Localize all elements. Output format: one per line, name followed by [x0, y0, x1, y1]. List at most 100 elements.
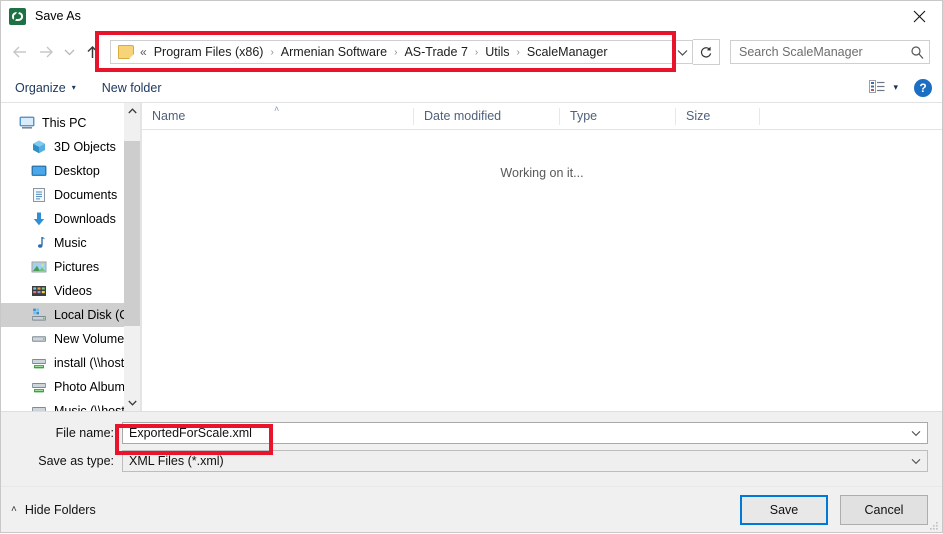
excel-green-icon [9, 7, 26, 25]
filetype-select[interactable]: XML Files (*.xml) [122, 450, 928, 472]
search-input[interactable]: Search ScaleManager [730, 40, 930, 64]
sidebar-item-install-host1[interactable]: install (\\host1) [1, 351, 141, 375]
this-pc-icon [19, 115, 35, 131]
hide-folders-button[interactable]: ˄ Hide Folders [11, 503, 96, 517]
scroll-down-arrow-icon[interactable] [124, 395, 140, 411]
organize-button[interactable]: Organize ▾ [15, 81, 76, 95]
cancel-button[interactable]: Cancel [840, 494, 928, 525]
sidebar-item-label: Videos [54, 284, 92, 298]
save-as-dialog: Save As « Program Files (x86) › Armenian… [0, 0, 943, 533]
up-arrow-icon[interactable] [79, 38, 105, 66]
view-mode-icon [869, 79, 885, 96]
close-icon[interactable] [896, 1, 942, 31]
chevron-down-icon[interactable] [905, 458, 927, 465]
organize-label: Organize [15, 80, 66, 95]
sidebar-item-videos[interactable]: Videos [1, 279, 141, 303]
filename-label: File name: [55, 426, 114, 440]
save-button[interactable]: Save [740, 494, 828, 525]
title-bar: Save As [1, 1, 942, 31]
breadcrumb-item-2[interactable]: AS-Trade 7 [403, 45, 468, 59]
breadcrumb-item-1[interactable]: Armenian Software [280, 45, 388, 59]
breadcrumb-item-4[interactable]: ScaleManager [526, 45, 609, 59]
sidebar-item-local-disk-c[interactable]: Local Disk (C:) [1, 303, 141, 327]
sidebar-item-documents[interactable]: Documents [1, 183, 141, 207]
recent-locations-chevron-icon[interactable] [59, 38, 79, 66]
breadcrumb-item-3[interactable]: Utils [484, 45, 510, 59]
dialog-body: This PC 3D Objects Desktop Documents Dow… [1, 103, 942, 411]
chevron-down-icon[interactable] [905, 430, 927, 437]
file-list-pane: Name ˄ Date modified Type Size Working o… [141, 103, 942, 411]
filename-input[interactable]: ExportedForScale.xml [122, 422, 928, 444]
3d-objects-icon [31, 139, 47, 155]
folder-icon [118, 45, 134, 59]
breadcrumb-separator-1[interactable]: › [394, 47, 397, 58]
music-icon [31, 235, 47, 251]
save-form: File name: ExportedForScale.xml Save as … [1, 411, 942, 486]
sidebar-item-music[interactable]: Music [1, 231, 141, 255]
network-drive-icon [31, 379, 47, 395]
sidebar-item-label: Pictures [54, 260, 100, 274]
file-list[interactable]: Working on it... [142, 130, 942, 411]
chevron-down-icon: ▾ [71, 83, 76, 92]
address-bar[interactable]: « Program Files (x86) › Armenian Softwar… [110, 40, 693, 64]
resize-grip[interactable] [929, 520, 939, 530]
filename-value: ExportedForScale.xml [129, 426, 252, 440]
column-header-name-label: Name [152, 108, 186, 123]
column-header-type[interactable]: Type [560, 107, 676, 125]
sidebar-item-label: Desktop [54, 164, 100, 178]
sidebar-item-new-volume-d[interactable]: New Volume (D:) [1, 327, 141, 351]
new-folder-label: New folder [101, 80, 162, 95]
documents-icon [31, 187, 47, 203]
help-button[interactable]: ? [914, 78, 932, 97]
breadcrumb: « Program Files (x86) › Armenian Softwar… [140, 45, 672, 59]
sidebar-item-photo-album[interactable]: Photo Album (\\ [1, 375, 141, 399]
column-header-name[interactable]: Name ˄ [142, 104, 414, 125]
scroll-up-arrow-icon[interactable] [124, 103, 140, 119]
desktop-icon [31, 163, 47, 179]
pictures-icon [31, 259, 47, 275]
back-arrow-icon[interactable] [7, 38, 33, 66]
navigation-bar: « Program Files (x86) › Armenian Softwar… [1, 31, 942, 73]
chevron-down-icon[interactable]: ▾ [893, 82, 898, 93]
breadcrumb-item-0[interactable]: Program Files (x86) [153, 45, 265, 59]
hide-folders-label: Hide Folders [24, 502, 96, 517]
sidebar-item-pictures[interactable]: Pictures [1, 255, 141, 279]
sidebar-item-label: 3D Objects [54, 140, 116, 154]
breadcrumb-separator-2[interactable]: › [475, 47, 478, 58]
downloads-icon [31, 211, 47, 227]
command-bar: Organize ▾ New folder ▾ ? [1, 73, 942, 103]
sidebar-item-label: Documents [54, 188, 118, 202]
breadcrumb-separator-3[interactable]: › [517, 47, 520, 58]
column-header-size[interactable]: Size [676, 107, 760, 125]
local-disk-icon [31, 307, 47, 323]
search-placeholder: Search ScaleManager [739, 45, 863, 59]
breadcrumb-overflow[interactable]: « [140, 45, 147, 59]
scrollbar-thumb[interactable] [124, 141, 140, 326]
sidebar-item-desktop[interactable]: Desktop [1, 159, 141, 183]
loading-status-text: Working on it... [500, 166, 584, 180]
forward-arrow-icon[interactable] [33, 38, 59, 66]
sidebar-item-downloads[interactable]: Downloads [1, 207, 141, 231]
new-folder-button[interactable]: New folder [102, 81, 162, 95]
videos-icon [31, 283, 47, 299]
navigation-pane: This PC 3D Objects Desktop Documents Dow… [1, 103, 141, 411]
sidebar-item-music-host1[interactable]: Music (\\host1) [1, 399, 141, 411]
drive-icon [31, 331, 47, 347]
sort-ascending-icon: ˄ [274, 103, 280, 114]
view-mode-button[interactable]: ▾ [869, 79, 898, 96]
filetype-row: Save as type: XML Files (*.xml) [15, 450, 928, 472]
sidebar-item-this-pc[interactable]: This PC [1, 111, 141, 135]
chevron-down-icon[interactable] [672, 49, 692, 56]
filetype-label: Save as type: [38, 454, 114, 468]
sidebar-item-3d-objects[interactable]: 3D Objects [1, 135, 141, 159]
dialog-footer: ˄ Hide Folders Save Cancel [1, 486, 942, 532]
network-drive-icon [31, 355, 47, 371]
filename-row: File name: ExportedForScale.xml [15, 422, 928, 444]
filetype-value: XML Files (*.xml) [129, 454, 224, 468]
navigation-pane-scrollbar[interactable] [124, 103, 141, 411]
search-icon[interactable] [905, 45, 929, 59]
sidebar-item-label: Downloads [54, 212, 116, 226]
breadcrumb-separator-0[interactable]: › [270, 47, 273, 58]
column-header-date-modified[interactable]: Date modified [414, 107, 560, 125]
refresh-icon[interactable] [693, 39, 720, 65]
